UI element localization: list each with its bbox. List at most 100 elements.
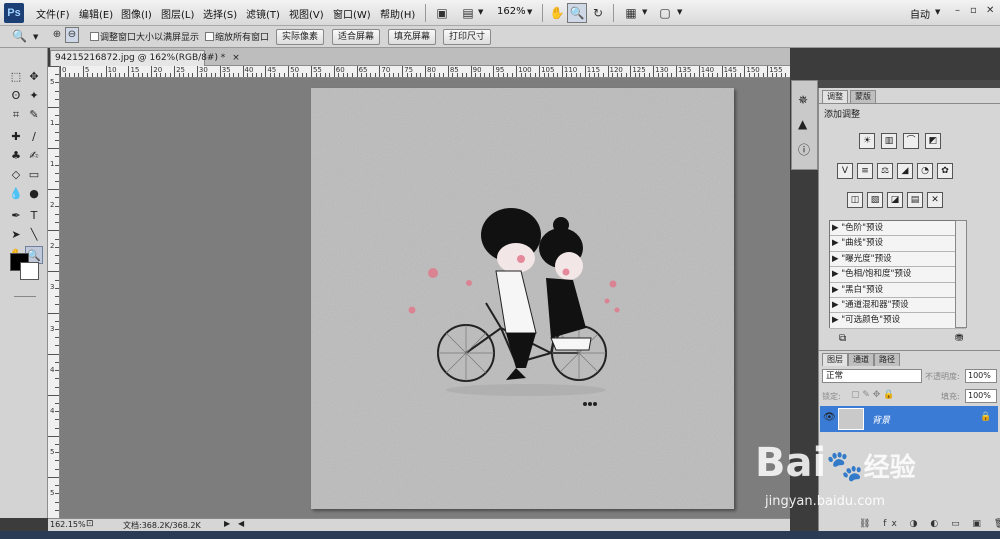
layer-row-background[interactable]: 👁 背景 🔒 (820, 406, 998, 432)
preset-scrollbar[interactable] (955, 220, 967, 328)
workspace-selector[interactable]: 自动 (910, 6, 930, 21)
chevron-down-icon[interactable]: ▼ (527, 8, 532, 16)
magic-wand-icon[interactable]: ✦ (25, 87, 43, 105)
type-tool-icon[interactable]: T (25, 207, 43, 225)
menu-help[interactable]: 帮助(H) (380, 6, 415, 21)
scroll-left-icon[interactable]: ◀ (238, 519, 244, 528)
hue-saturation-icon[interactable]: ≡ (857, 163, 873, 179)
menu-select[interactable]: 选择(S) (203, 6, 237, 21)
healing-brush-icon[interactable]: ✚ (7, 128, 25, 146)
document-tab[interactable]: 94215216872.jpg @ 162%(RGB/8#) * × (50, 50, 240, 66)
arrange-documents-icon[interactable]: ▦ (621, 3, 641, 23)
dodge-tool-icon[interactable]: ● (25, 185, 43, 203)
menu-edit[interactable]: 编辑(E) (79, 6, 113, 21)
resize-windows-checkbox[interactable] (90, 32, 99, 41)
print-size-button[interactable]: 打印尺寸 (443, 29, 492, 45)
clip-icon[interactable]: ⛃ (955, 333, 963, 344)
menu-window[interactable]: 窗口(W) (333, 6, 371, 21)
tab-layers[interactable]: 图层 (822, 353, 848, 366)
document-canvas[interactable] (311, 88, 734, 509)
brush-tool-icon[interactable]: ∕ (25, 128, 43, 146)
chevron-down-icon[interactable]: ▼ (642, 8, 647, 16)
fill-screen-button[interactable]: 填充屏幕 (388, 29, 437, 45)
close-icon[interactable]: ✕ (986, 5, 994, 16)
histogram-icon[interactable]: ▲ (798, 117, 807, 131)
status-options-icon[interactable]: ⊡ (86, 519, 94, 529)
levels-icon[interactable]: ▥ (881, 133, 897, 149)
opacity-input[interactable]: 100% (965, 369, 997, 383)
preset-item[interactable]: ▶ "黑白"预设 (830, 282, 966, 298)
menu-file[interactable]: 文件(F) (36, 6, 70, 21)
selective-color-icon[interactable]: ✕ (927, 192, 943, 208)
preset-item[interactable]: ▶ "曲线"预设 (830, 236, 966, 252)
zoom-level[interactable]: 162% (497, 6, 526, 17)
hand-tool-icon[interactable]: ✋ (547, 3, 567, 23)
curves-icon[interactable]: ⌒ (903, 133, 919, 149)
quick-mask-icon[interactable] (14, 296, 36, 297)
tab-adjustments[interactable]: 调整 (822, 90, 848, 103)
chevron-down-icon[interactable]: ▼ (677, 8, 682, 16)
view-extras-icon[interactable]: ▤ (458, 3, 478, 23)
zoom-all-windows-checkbox[interactable] (205, 32, 214, 41)
tab-paths[interactable]: 路径 (874, 353, 900, 366)
channel-mixer-icon[interactable]: ✿ (937, 163, 953, 179)
screen-mode-icon[interactable]: ▢ (655, 3, 675, 23)
fill-input[interactable]: 100% (965, 389, 997, 403)
status-menu-arrow-icon[interactable]: ▶ (224, 519, 230, 528)
exposure-icon[interactable]: ◩ (925, 133, 941, 149)
chevron-down-icon[interactable]: ▼ (935, 8, 940, 16)
preset-item[interactable]: ▶ "色阶"预设 (830, 221, 966, 237)
fit-screen-button[interactable]: 适合屏幕 (332, 29, 381, 45)
gradient-map-icon[interactable]: ▤ (907, 192, 923, 208)
preset-item[interactable]: ▶ "通道混和器"预设 (830, 297, 966, 314)
zoom-tool-icon[interactable]: 🔍 (12, 29, 27, 43)
color-balance-icon[interactable]: ⚖ (877, 163, 893, 179)
eraser-icon[interactable]: ◇ (7, 166, 25, 184)
menu-filter[interactable]: 滤镜(T) (246, 6, 280, 21)
history-brush-icon[interactable]: ✍ (25, 147, 43, 165)
clone-stamp-icon[interactable]: ♣ (7, 147, 25, 165)
menu-image[interactable]: 图像(I) (121, 6, 152, 21)
pen-tool-icon[interactable]: ✒ (7, 207, 25, 225)
marquee-tool-icon[interactable]: ⬚ (7, 68, 25, 86)
actual-pixels-button[interactable]: 实际像素 (276, 29, 325, 45)
chevron-down-icon[interactable]: ▼ (33, 33, 38, 41)
black-white-icon[interactable]: ◢ (897, 163, 913, 179)
blend-mode-select[interactable]: 正常 (822, 369, 922, 383)
path-select-icon[interactable]: ➤ (7, 226, 25, 244)
invert-icon[interactable]: ◫ (847, 192, 863, 208)
navigator-icon[interactable]: ✵ (798, 93, 808, 107)
bridge-icon[interactable]: ▣ (432, 3, 452, 23)
background-color-swatch[interactable] (20, 262, 39, 280)
zoom-in-icon[interactable]: ⊕ (50, 27, 64, 43)
rotate-view-icon[interactable]: ↻ (588, 3, 608, 23)
blur-tool-icon[interactable]: 💧 (7, 185, 25, 203)
preset-item[interactable]: ▶ "可选颜色"预设 (830, 313, 966, 329)
preset-item[interactable]: ▶ "曝光度"预设 (830, 251, 966, 268)
restore-icon[interactable]: ▫ (970, 5, 977, 16)
move-tool-icon[interactable]: ✥ (25, 68, 43, 86)
tab-channels[interactable]: 通道 (848, 353, 874, 366)
preset-item[interactable]: ▶ "色相/饱和度"预设 (830, 267, 966, 283)
lock-icons[interactable]: ▢ ✎ ✥ 🔒 (851, 390, 894, 400)
eye-icon[interactable]: 👁 (823, 412, 836, 423)
info-icon[interactable]: ⓘ (798, 141, 810, 158)
minimize-icon[interactable]: – (955, 5, 960, 16)
threshold-icon[interactable]: ◪ (887, 192, 903, 208)
vibrance-icon[interactable]: V (837, 163, 853, 179)
crop-tool-icon[interactable]: ⌗ (7, 106, 25, 124)
tab-masks[interactable]: 蒙版 (850, 90, 876, 103)
eyedropper-icon[interactable]: ✎ (25, 106, 43, 124)
brightness-icon[interactable]: ☀ (859, 133, 875, 149)
lasso-tool-icon[interactable]: ʘ (7, 87, 25, 105)
posterize-icon[interactable]: ▧ (867, 192, 883, 208)
chevron-down-icon[interactable]: ▼ (478, 8, 483, 16)
return-icon[interactable]: ⧉ (839, 333, 846, 344)
photo-filter-icon[interactable]: ◔ (917, 163, 933, 179)
status-zoom[interactable]: 162.15% (50, 520, 86, 529)
line-tool-icon[interactable]: ╲ (25, 226, 43, 244)
layer-actions-icons[interactable]: ⛓ fx ◑ ◐ ▭ ▣ 🗑 (859, 519, 1000, 529)
close-icon[interactable]: × (232, 53, 240, 63)
menu-view[interactable]: 视图(V) (289, 6, 324, 21)
menu-layer[interactable]: 图层(L) (161, 6, 194, 21)
